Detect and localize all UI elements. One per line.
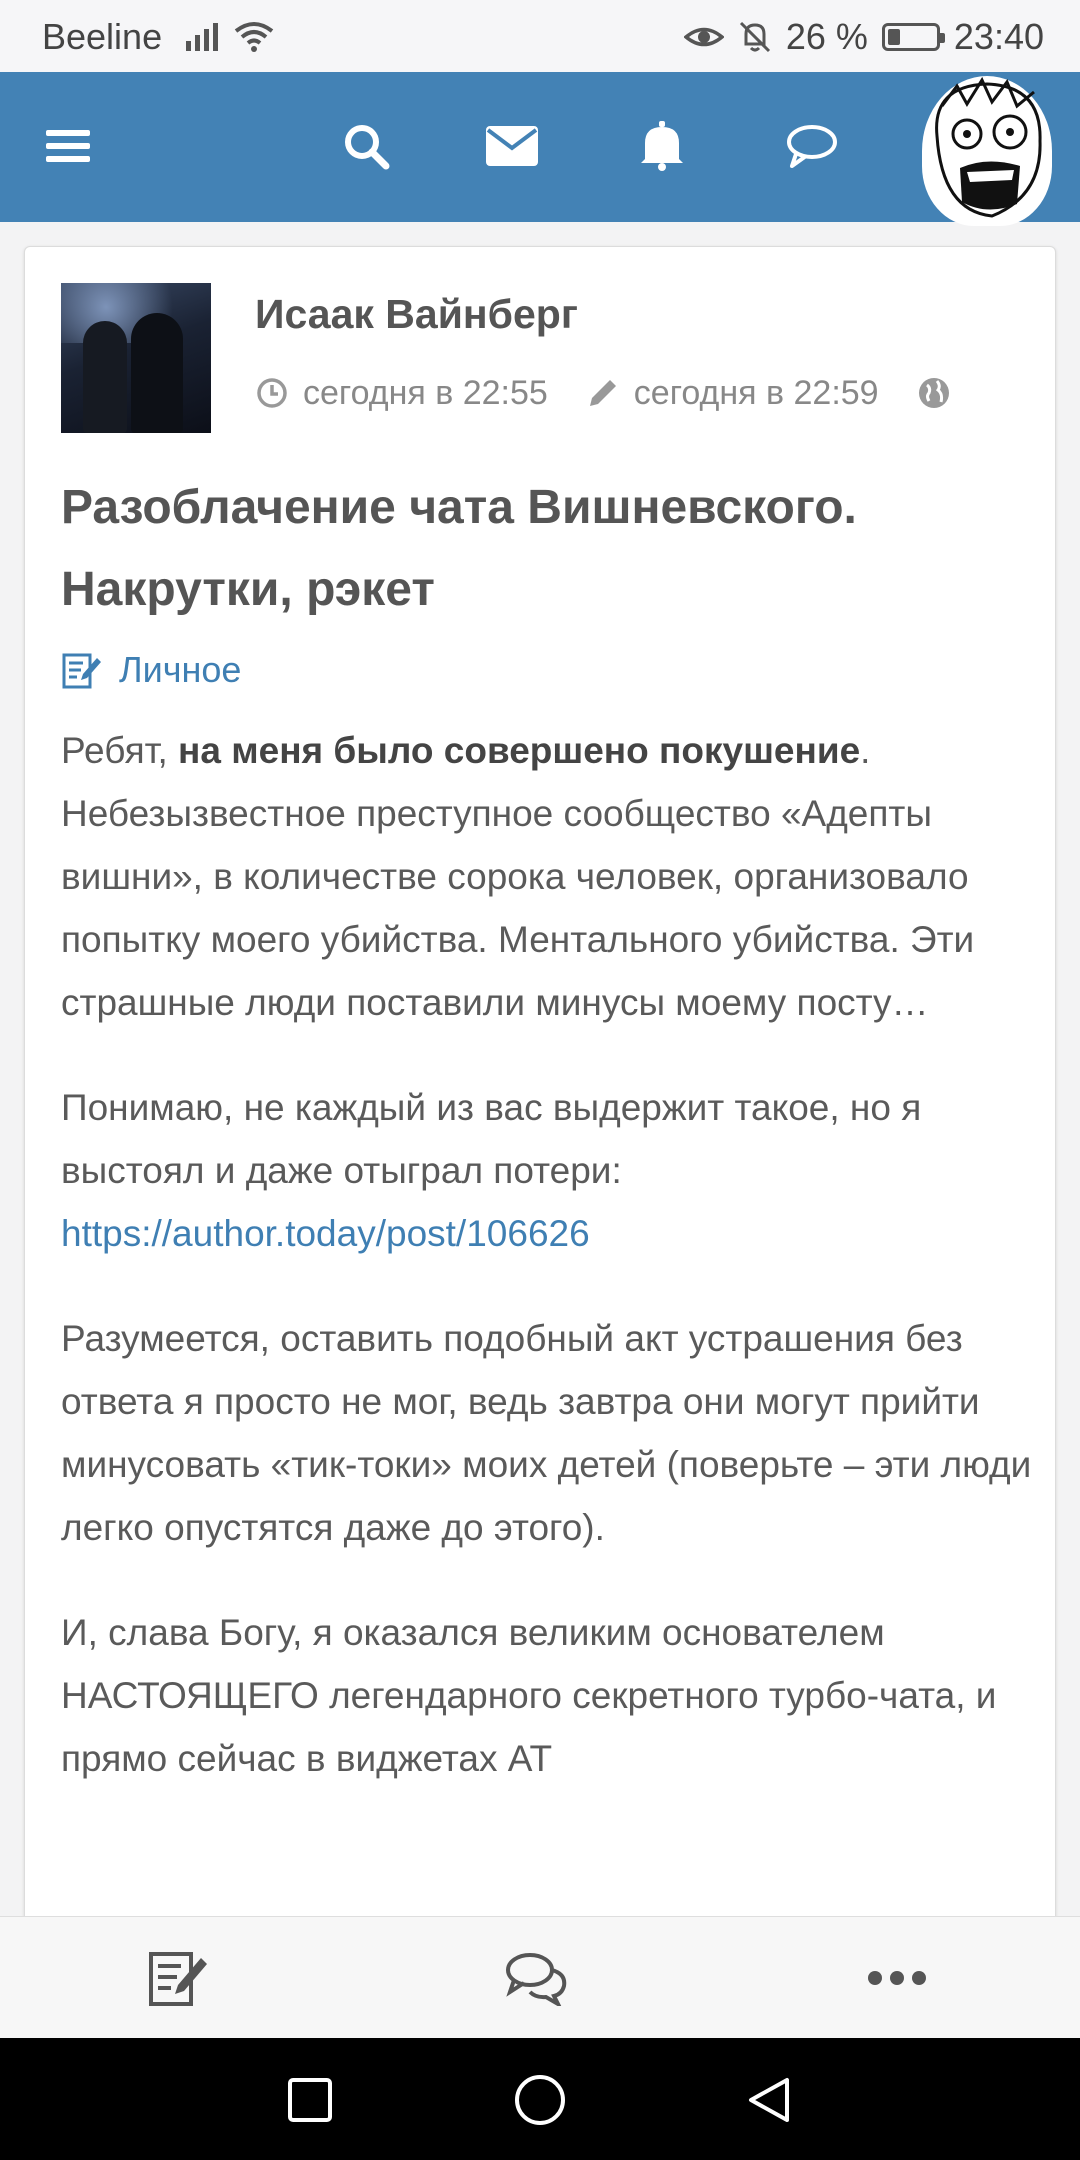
- post-title-line: Разоблачение чата Вишневского.: [61, 481, 857, 534]
- bottom-action-bar: [0, 1916, 1080, 2038]
- more-icon[interactable]: [854, 1935, 940, 2021]
- note-icon: [62, 653, 101, 689]
- edit-note-icon[interactable]: [134, 1935, 220, 2021]
- post-title: Разоблачение чата Вишневского. Накрутки,…: [61, 467, 1021, 631]
- category-label[interactable]: Личное: [119, 649, 241, 691]
- post-card: Исаак Вайнберг сегодня в 22:55 сегодня в…: [24, 246, 1056, 1996]
- published-time: сегодня в 22:55: [303, 373, 548, 412]
- post-body: Ребят, на меня было совершено покушение.…: [61, 719, 1041, 1832]
- status-bar: Beeline 26 % 23:40: [0, 0, 1080, 72]
- paragraph: И, слава Богу, я оказался великим основа…: [61, 1612, 997, 1779]
- battery-icon: [881, 23, 945, 51]
- author-avatar[interactable]: [61, 283, 211, 433]
- post-link[interactable]: https://author.today/post/106626: [61, 1213, 590, 1254]
- wifi-icon: [234, 22, 274, 52]
- mute-bell-icon: [739, 21, 770, 53]
- mail-icon[interactable]: [476, 110, 548, 182]
- screen: Beeline 26 % 23:40 Исаак Вайнберг сегодн…: [0, 0, 1080, 2160]
- comments-icon[interactable]: [494, 1935, 580, 2021]
- signal-icon: [186, 23, 219, 51]
- carrier-label: Beeline: [42, 16, 163, 57]
- battery-percent: 26 %: [785, 16, 868, 57]
- pencil-icon: [589, 380, 616, 406]
- post-title-line: Накрутки, рэкет: [61, 563, 435, 616]
- clock: 23:40: [953, 16, 1044, 57]
- author-name[interactable]: Исаак Вайнберг: [255, 291, 578, 338]
- chat-icon[interactable]: [776, 110, 848, 182]
- eye-icon: [683, 27, 724, 47]
- system-nav-bar: [0, 2038, 1080, 2160]
- paragraph: Ребят, на меня было совершено покушение.…: [61, 730, 975, 1023]
- edited-time: сегодня в 22:59: [633, 373, 879, 412]
- bold-text: на меня было совершено покушение: [178, 730, 861, 771]
- search-icon[interactable]: [330, 110, 402, 182]
- user-avatar[interactable]: [922, 76, 1052, 226]
- home-icon[interactable]: [508, 2068, 572, 2132]
- app-header: [0, 72, 1080, 226]
- clock-icon: [257, 378, 287, 408]
- bell-icon[interactable]: [626, 110, 698, 182]
- paragraph: Понимаю, не каждый из вас выдержит такое…: [61, 1087, 922, 1254]
- globe-icon[interactable]: [917, 376, 951, 410]
- back-icon[interactable]: [738, 2068, 802, 2132]
- category-link[interactable]: Личное: [61, 645, 241, 695]
- recent-apps-icon[interactable]: [278, 2068, 342, 2132]
- paragraph: Разумеется, оставить подобный акт устраш…: [61, 1318, 1032, 1548]
- menu-icon[interactable]: [32, 110, 104, 182]
- post-meta: сегодня в 22:55 сегодня в 22:59: [255, 371, 965, 415]
